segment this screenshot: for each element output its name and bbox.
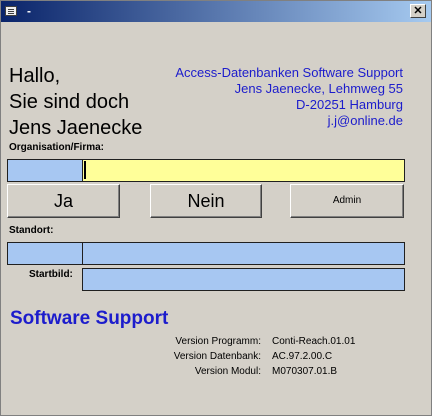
address-street: Jens Jaenecke, Lehmweg 55 [234, 81, 403, 96]
address-email: j.j@online.de [327, 113, 403, 128]
address-company: Access-Datenbanken Software Support [175, 65, 403, 80]
version-datenbank-label: Version Datenbank: [173, 351, 261, 362]
version-programm-label: Version Programm: [175, 336, 261, 347]
standort-label: Standort: [9, 225, 54, 236]
text-cursor [84, 161, 86, 179]
standort-name-field[interactable] [82, 242, 405, 265]
organisation-name-field[interactable] [82, 159, 405, 182]
organisation-label: Organisation/Firma: [9, 142, 105, 153]
greeting-line-2: Sie sind doch [9, 91, 130, 113]
startbild-field[interactable] [82, 268, 405, 291]
startbild-label: Startbild: [29, 269, 73, 280]
window-title: - [27, 4, 31, 18]
close-icon: ✕ [413, 5, 423, 17]
version-modul-label: Version Modul: [194, 366, 261, 377]
version-datenbank-value: AC.97.2.00.C [272, 351, 333, 362]
app-form-icon[interactable] [5, 6, 17, 16]
address-city: D-20251 Hamburg [296, 97, 403, 112]
admin-button[interactable]: Admin [290, 184, 404, 218]
ja-button[interactable]: Ja [7, 184, 120, 218]
close-button[interactable]: ✕ [410, 4, 426, 18]
standort-code-field[interactable] [7, 242, 83, 265]
nein-button[interactable]: Nein [150, 184, 262, 218]
greeting-line-1: Hallo, [9, 65, 61, 87]
main-window: - ✕ Hallo, Sie sind doch Jens Jaenecke A… [0, 0, 432, 416]
software-support-heading: Software Support [10, 308, 169, 329]
organisation-code-field[interactable] [7, 159, 83, 182]
version-modul-value: M070307.01.B [272, 366, 338, 377]
greeting-user-name: Jens Jaenecke [9, 117, 143, 139]
version-programm-value: Conti-Reach.01.01 [272, 336, 356, 347]
title-bar[interactable]: - ✕ [1, 1, 431, 22]
